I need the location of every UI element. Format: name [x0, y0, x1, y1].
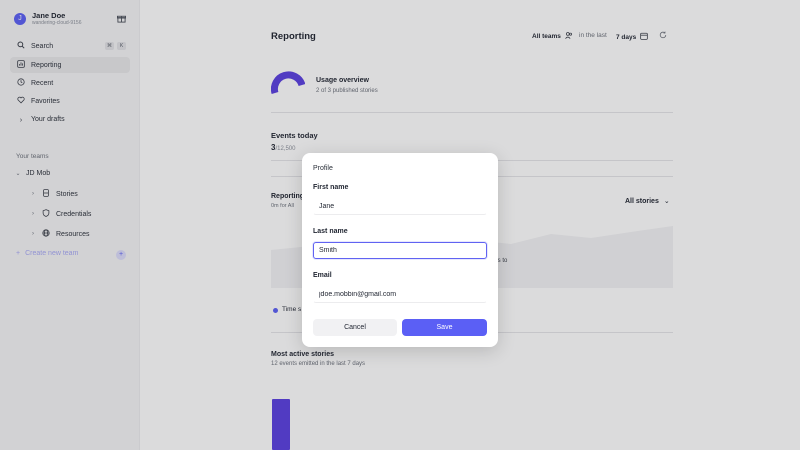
- last-name-field[interactable]: [313, 242, 487, 259]
- last-name-label: Last name: [313, 228, 348, 235]
- save-button[interactable]: Save: [402, 319, 487, 336]
- dialog-title: Profile: [313, 165, 333, 172]
- email-label: Email: [313, 272, 332, 279]
- first-name-label: First name: [313, 184, 349, 191]
- cancel-button[interactable]: Cancel: [313, 319, 397, 336]
- email-field[interactable]: [313, 286, 487, 303]
- first-name-field[interactable]: [313, 198, 487, 215]
- profile-dialog: Profile First name Last name Email Cance…: [302, 153, 498, 347]
